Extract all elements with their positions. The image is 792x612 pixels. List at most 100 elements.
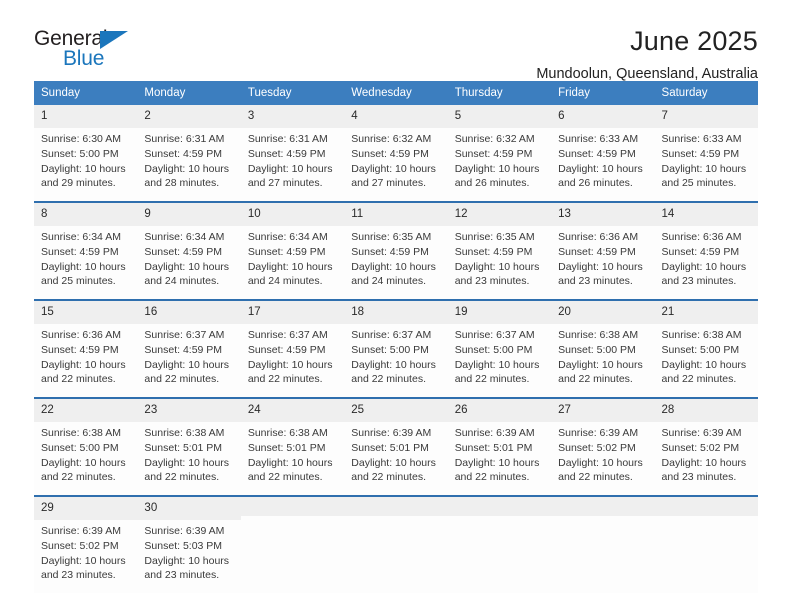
day-details: Sunrise: 6:33 AM Sunset: 4:59 PM Dayligh… [551, 128, 654, 202]
day-cell[interactable]: 10 Sunrise: 6:34 AM Sunset: 4:59 PM Dayl… [240, 201, 345, 301]
day-cell[interactable]: 12 Sunrise: 6:35 AM Sunset: 4:59 PM Dayl… [447, 201, 552, 301]
day-cell-empty [654, 495, 758, 594]
day-cell[interactable]: 2 Sunrise: 6:31 AM Sunset: 4:59 PM Dayli… [137, 105, 241, 203]
daylight-text-line1: Daylight: 10 hours [351, 456, 436, 469]
daylight-text-line1: Daylight: 10 hours [351, 260, 436, 273]
day-cell[interactable]: 3 Sunrise: 6:31 AM Sunset: 4:59 PM Dayli… [240, 105, 345, 203]
day-cell[interactable]: 13 Sunrise: 6:36 AM Sunset: 4:59 PM Dayl… [551, 201, 655, 301]
daylight-text-line2: and 27 minutes. [351, 177, 426, 190]
day-details: Sunrise: 6:36 AM Sunset: 4:59 PM Dayligh… [655, 226, 758, 300]
sunset-text: Sunset: 4:59 PM [661, 245, 740, 258]
day-cell[interactable]: 21 Sunrise: 6:38 AM Sunset: 5:00 PM Dayl… [654, 299, 758, 399]
day-cell[interactable]: 11 Sunrise: 6:35 AM Sunset: 4:59 PM Dayl… [344, 201, 448, 301]
day-cell[interactable]: 17 Sunrise: 6:37 AM Sunset: 4:59 PM Dayl… [240, 299, 345, 399]
sunset-text: Sunset: 5:01 PM [454, 441, 533, 454]
day-number: 15 [34, 301, 138, 324]
day-details: Sunrise: 6:32 AM Sunset: 4:59 PM Dayligh… [344, 128, 447, 202]
day-number [447, 497, 552, 517]
day-cell[interactable]: 5 Sunrise: 6:32 AM Sunset: 4:59 PM Dayli… [447, 105, 552, 203]
sunrise-text: Sunrise: 6:39 AM [41, 524, 121, 537]
daylight-text-line1: Daylight: 10 hours [661, 358, 747, 371]
day-details: Sunrise: 6:39 AM Sunset: 5:01 PM Dayligh… [344, 422, 447, 496]
day-cell[interactable]: 14 Sunrise: 6:36 AM Sunset: 4:59 PM Dayl… [654, 201, 758, 301]
day-number: 19 [447, 301, 552, 324]
weekday-header-saturday: Saturday [654, 81, 758, 106]
day-details: Sunrise: 6:32 AM Sunset: 4:59 PM Dayligh… [448, 128, 551, 202]
sunrise-text: Sunrise: 6:38 AM [247, 426, 328, 439]
sunrise-text: Sunrise: 6:36 AM [661, 230, 742, 243]
day-cell[interactable]: 1 Sunrise: 6:30 AM Sunset: 5:00 PM Dayli… [34, 105, 138, 203]
sunset-text: Sunset: 4:59 PM [247, 147, 326, 160]
day-cell[interactable]: 27 Sunrise: 6:39 AM Sunset: 5:02 PM Dayl… [551, 397, 655, 497]
sunset-text: Sunset: 5:00 PM [454, 343, 533, 356]
daylight-text-line1: Daylight: 10 hours [558, 358, 643, 371]
day-cell[interactable]: 9 Sunrise: 6:34 AM Sunset: 4:59 PM Dayli… [137, 201, 241, 301]
weekday-header-wednesday: Wednesday [344, 81, 448, 106]
day-cell[interactable]: 8 Sunrise: 6:34 AM Sunset: 4:59 PM Dayli… [34, 201, 138, 301]
day-number: 23 [137, 399, 241, 422]
logo-text-blue: Blue [63, 47, 105, 70]
sunset-text: Sunset: 5:00 PM [41, 441, 119, 454]
day-cell[interactable]: 22 Sunrise: 6:38 AM Sunset: 5:00 PM Dayl… [34, 397, 138, 497]
day-cell[interactable]: 29 Sunrise: 6:39 AM Sunset: 5:02 PM Dayl… [34, 495, 138, 594]
daylight-text-line1: Daylight: 10 hours [454, 260, 540, 273]
day-number: 9 [137, 203, 241, 226]
daylight-text-line1: Daylight: 10 hours [247, 456, 333, 469]
title-block: June 2025 Mundoolun, Queensland, Austral… [536, 26, 758, 83]
daylight-text-line2: and 22 minutes. [41, 471, 116, 484]
sunset-text: Sunset: 4:59 PM [454, 245, 533, 258]
daylight-text-line2: and 22 minutes. [144, 471, 220, 484]
weekday-header-friday: Friday [551, 81, 655, 106]
day-details: Sunrise: 6:39 AM Sunset: 5:02 PM Dayligh… [655, 422, 758, 496]
sunset-text: Sunset: 5:02 PM [41, 539, 119, 552]
daylight-text-line1: Daylight: 10 hours [661, 260, 747, 273]
daylight-text-line2: and 28 minutes. [144, 177, 220, 190]
day-number: 14 [654, 203, 758, 226]
daylight-text-line2: and 23 minutes. [454, 275, 530, 288]
sunrise-text: Sunrise: 6:39 AM [558, 426, 639, 439]
day-details: Sunrise: 6:39 AM Sunset: 5:02 PM Dayligh… [34, 520, 137, 594]
daylight-text-line2: and 22 minutes. [558, 471, 633, 484]
day-cell[interactable]: 23 Sunrise: 6:38 AM Sunset: 5:01 PM Dayl… [137, 397, 241, 497]
day-cell[interactable]: 20 Sunrise: 6:38 AM Sunset: 5:00 PM Dayl… [551, 299, 655, 399]
daylight-text-line2: and 22 minutes. [558, 373, 633, 386]
daylight-text-line1: Daylight: 10 hours [41, 260, 126, 273]
day-cell[interactable]: 16 Sunrise: 6:37 AM Sunset: 4:59 PM Dayl… [137, 299, 241, 399]
day-cell[interactable]: 15 Sunrise: 6:36 AM Sunset: 4:59 PM Dayl… [34, 299, 138, 399]
day-cell[interactable]: 19 Sunrise: 6:37 AM Sunset: 5:00 PM Dayl… [447, 299, 552, 399]
day-cell[interactable]: 30 Sunrise: 6:39 AM Sunset: 5:03 PM Dayl… [137, 495, 241, 594]
day-cell[interactable]: 4 Sunrise: 6:32 AM Sunset: 4:59 PM Dayli… [344, 105, 448, 203]
day-number [240, 497, 345, 517]
day-cell[interactable]: 6 Sunrise: 6:33 AM Sunset: 4:59 PM Dayli… [551, 105, 655, 203]
page-header: General Blue June 2025 Mundoolun, Queens… [34, 0, 758, 82]
sunset-text: Sunset: 5:03 PM [144, 539, 223, 552]
day-number: 24 [240, 399, 345, 422]
daylight-text-line2: and 24 minutes. [144, 275, 220, 288]
sunset-text: Sunset: 5:02 PM [661, 441, 740, 454]
day-cell[interactable]: 28 Sunrise: 6:39 AM Sunset: 5:02 PM Dayl… [654, 397, 758, 497]
daylight-text-line1: Daylight: 10 hours [558, 260, 643, 273]
day-cell[interactable]: 24 Sunrise: 6:38 AM Sunset: 5:01 PM Dayl… [240, 397, 345, 497]
sunrise-text: Sunrise: 6:35 AM [351, 230, 432, 243]
generalblue-logo[interactable]: General Blue [34, 26, 144, 74]
day-number: 7 [654, 105, 758, 128]
sunrise-text: Sunrise: 6:33 AM [558, 132, 639, 145]
day-details: Sunrise: 6:38 AM Sunset: 5:00 PM Dayligh… [34, 422, 137, 496]
sunset-text: Sunset: 4:59 PM [351, 245, 429, 258]
sunset-text: Sunset: 4:59 PM [41, 343, 119, 356]
day-number: 26 [447, 399, 552, 422]
day-cell[interactable]: 26 Sunrise: 6:39 AM Sunset: 5:01 PM Dayl… [447, 397, 552, 497]
day-number: 27 [551, 399, 655, 422]
sunrise-text: Sunrise: 6:37 AM [454, 328, 535, 341]
day-number: 17 [240, 301, 345, 324]
day-cell[interactable]: 7 Sunrise: 6:33 AM Sunset: 4:59 PM Dayli… [654, 105, 758, 203]
day-cell[interactable]: 18 Sunrise: 6:37 AM Sunset: 5:00 PM Dayl… [344, 299, 448, 399]
daylight-text-line2: and 23 minutes. [144, 569, 220, 582]
daylight-text-line2: and 22 minutes. [247, 471, 323, 484]
daylight-text-line2: and 22 minutes. [144, 373, 220, 386]
sunrise-text: Sunrise: 6:32 AM [454, 132, 535, 145]
day-cell[interactable]: 25 Sunrise: 6:39 AM Sunset: 5:01 PM Dayl… [344, 397, 448, 497]
day-number: 10 [240, 203, 345, 226]
sunrise-text: Sunrise: 6:38 AM [144, 426, 225, 439]
day-cell-empty [344, 495, 448, 594]
